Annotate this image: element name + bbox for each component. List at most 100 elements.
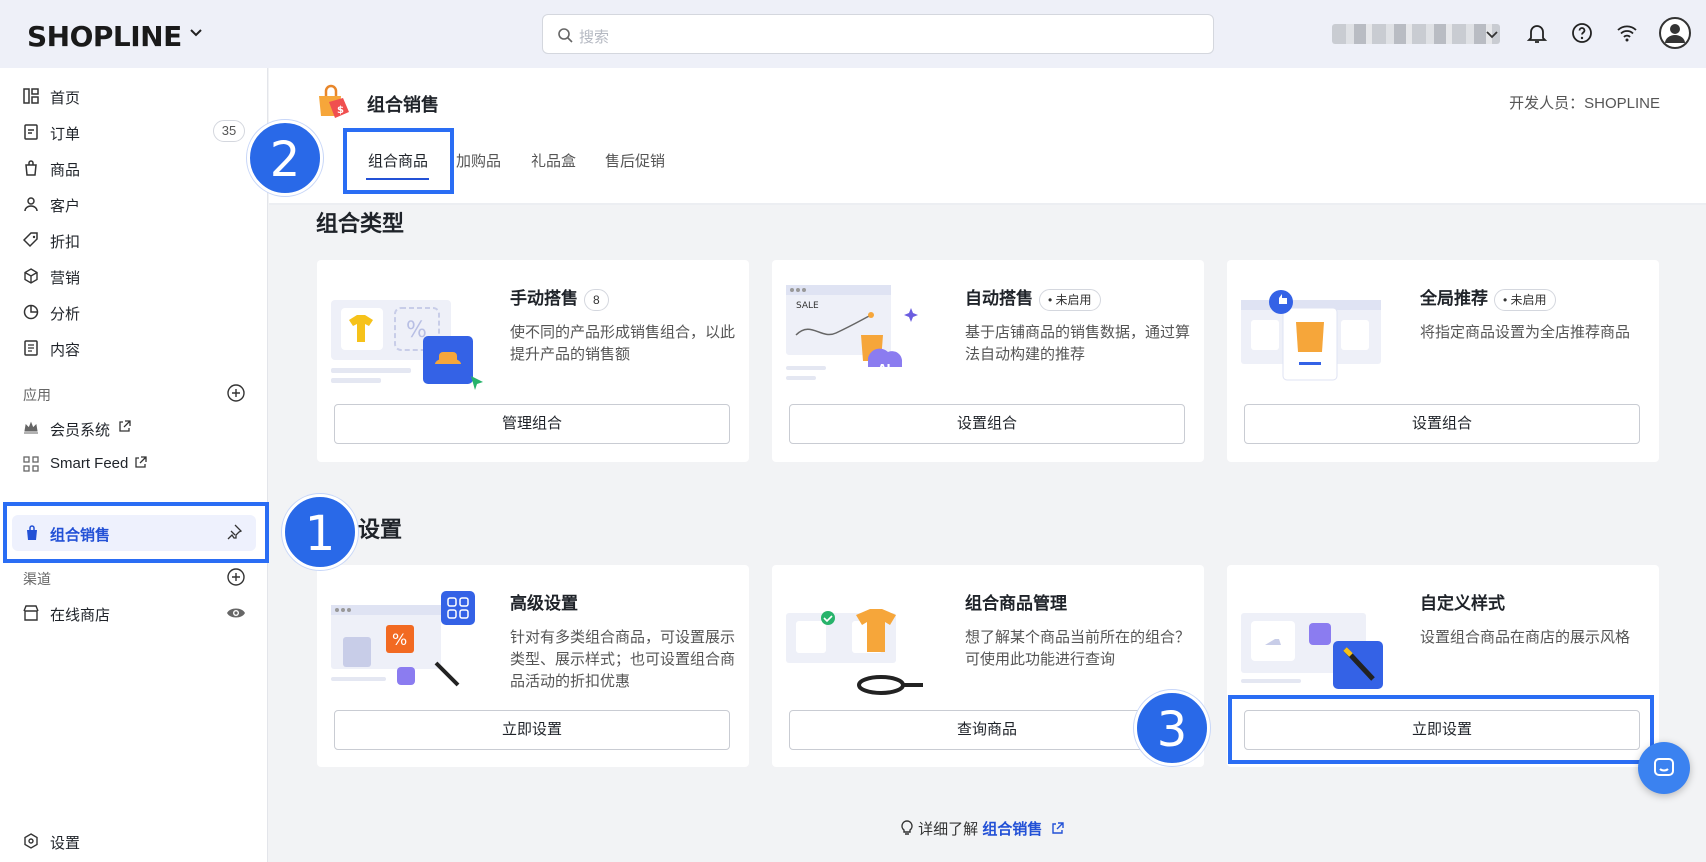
global-recommend-illustration	[1241, 290, 1381, 381]
sidebar-item-label: 订单	[50, 126, 81, 143]
card-title: 自定义样式	[1420, 594, 1505, 613]
tag-icon	[23, 232, 38, 248]
sidebar-item-settings[interactable]: 设置	[0, 824, 268, 858]
sidebar-item-marketing[interactable]: 营销	[0, 259, 268, 293]
step-3-highlight	[1228, 695, 1654, 764]
sidebar-item-label: 首页	[50, 90, 81, 107]
status-badge: • 未启用	[1494, 288, 1556, 311]
step-1-highlight	[3, 502, 269, 563]
card-description: 基于店铺商品的销售数据，通过算法自动构建的推荐	[965, 324, 1191, 363]
chat-icon	[1654, 758, 1674, 776]
sidebar-item-products[interactable]: 商品	[0, 151, 268, 185]
svg-text:%: %	[392, 630, 407, 649]
card-title: 全局推荐 • 未启用	[1420, 284, 1556, 311]
setup-auto-bundle-button[interactable]: 设置组合	[789, 404, 1185, 444]
lightbulb-icon	[901, 820, 913, 835]
avatar-icon[interactable]	[1659, 17, 1691, 49]
sidebar-item-smart-feed[interactable]: Smart Feed	[0, 447, 268, 481]
sidebar-item-online-store[interactable]: 在线商店	[0, 596, 268, 630]
sidebar-item-label: 客户	[50, 198, 81, 215]
setup-global-recommend-button[interactable]: 设置组合	[1244, 404, 1640, 444]
bell-icon[interactable]	[1524, 20, 1550, 46]
step-2-badge: 2	[247, 120, 323, 196]
advanced-settings-illustration: %	[331, 591, 475, 687]
sidebar-item-label: 商品	[50, 162, 81, 179]
chevron-down-icon[interactable]	[1484, 26, 1500, 42]
learn-more-prefix: 详细了解	[918, 821, 979, 838]
account-name-blurred[interactable]	[1332, 24, 1500, 44]
card-title: 自动搭售 • 未启用	[965, 284, 1101, 311]
card-description: 设置组合商品在商店的展示风格	[1420, 629, 1631, 646]
grid-icon	[23, 456, 39, 472]
card-title-text: 全局推荐	[1420, 289, 1488, 308]
sidebar-item-label: 营销	[50, 270, 81, 287]
tab-gift-box[interactable]: 礼品盒	[531, 150, 576, 171]
card-manual-bundle: % 手动搭售 8 使不同的产品形成销售组合，以此提升产品的销售额 管理组合	[317, 260, 749, 462]
sidebar-item-label: 内容	[50, 342, 81, 359]
learn-more-link[interactable]: 组合销售	[982, 821, 1042, 838]
search-placeholder: 搜索	[579, 29, 610, 46]
external-link-icon[interactable]	[1051, 822, 1064, 835]
chat-button[interactable]	[1638, 742, 1690, 794]
settings-icon	[24, 833, 38, 849]
chevron-down-icon[interactable]	[188, 24, 204, 40]
sidebar-item-content[interactable]: 内容	[0, 331, 268, 365]
sidebar-item-label: 在线商店	[50, 607, 111, 624]
card-title: 手动搭售 8	[510, 284, 609, 311]
card-advanced-settings: % 高级设置 针对有多类组合商品，可设置展示类型、展示样式；也可设置组合商品活动…	[317, 565, 749, 767]
sidebar-item-orders[interactable]: 订单 35	[0, 115, 268, 149]
bundle-count-badge: 8	[584, 288, 609, 311]
card-title: 高级设置	[510, 594, 578, 613]
custom-style-illustration	[1241, 613, 1383, 689]
channels-section-title: 渠道	[23, 571, 51, 587]
eye-icon[interactable]	[226, 605, 246, 621]
card-description: 想了解某个商品当前所在的组合？可使用此功能进行查询	[965, 629, 1191, 668]
sidebar: 首页 订单 35 商品 客户 折扣 营销 分析 内容 应用 会员系统 Smart…	[0, 68, 268, 862]
crown-icon	[24, 421, 38, 434]
auto-bundle-illustration: SALE AI	[786, 285, 918, 380]
shopline-logo[interactable]: SHOPLINE	[27, 20, 182, 53]
search-icon	[558, 28, 573, 43]
card-title-text: 自动搭售	[965, 289, 1033, 308]
help-icon[interactable]	[1569, 20, 1595, 46]
card-description: 针对有多类组合商品，可设置展示类型、展示样式；也可设置组合商品活动的折扣优惠	[510, 629, 736, 690]
page-title: 组合销售	[367, 95, 439, 115]
sidebar-item-membership[interactable]: 会员系统	[0, 411, 268, 445]
external-link-icon	[135, 456, 147, 468]
sidebar-item-customers[interactable]: 客户	[0, 187, 268, 221]
card-global-recommend: 全局推荐 • 未启用 将指定商品设置为全店推荐商品 设置组合	[1227, 260, 1659, 462]
tab-add-on[interactable]: 加购品	[456, 150, 501, 171]
step-3-badge: 3	[1134, 690, 1210, 766]
sidebar-item-home[interactable]: 首页	[0, 79, 268, 113]
tab-after-sales[interactable]: 售后促销	[605, 150, 665, 171]
card-title-text: 手动搭售	[510, 289, 578, 308]
order-icon	[24, 124, 38, 140]
section-title-types: 组合类型	[316, 211, 405, 236]
manage-bundle-button[interactable]: 管理组合	[334, 404, 730, 444]
svg-text:AI: AI	[878, 362, 891, 375]
add-app-icon[interactable]	[227, 384, 245, 402]
section-title-settings: 设置	[358, 517, 403, 542]
status-badge: • 未启用	[1039, 288, 1101, 311]
developer-label: 开发人员：SHOPLINE	[1509, 95, 1660, 112]
sidebar-item-label: 会员系统	[50, 422, 111, 439]
wifi-icon[interactable]	[1614, 20, 1640, 46]
cube-icon	[24, 268, 38, 284]
external-link-icon	[119, 420, 131, 432]
sidebar-item-label: 设置	[50, 835, 81, 852]
dashboard-icon	[23, 88, 39, 104]
page-header: $ 组合销售 开发人员：SHOPLINE 组合商品 加购品 礼品盒 售后促销	[269, 68, 1706, 205]
sidebar-item-label: 折扣	[50, 234, 81, 251]
card-description: 使不同的产品形成销售组合，以此提升产品的销售额	[510, 324, 736, 363]
card-description: 将指定商品设置为全店推荐商品	[1420, 324, 1631, 341]
sidebar-item-label: Smart Feed	[50, 455, 129, 472]
svg-text:$: $	[337, 105, 344, 116]
search-input[interactable]: 搜索	[542, 14, 1214, 54]
doc-icon	[24, 340, 38, 356]
query-products-button[interactable]: 查询商品	[789, 710, 1185, 750]
tab-divider	[269, 203, 1706, 205]
sidebar-item-discounts[interactable]: 折扣	[0, 223, 268, 257]
add-channel-icon[interactable]	[227, 568, 245, 586]
sidebar-item-analytics[interactable]: 分析	[0, 295, 268, 329]
setup-advanced-button[interactable]: 立即设置	[334, 710, 730, 750]
